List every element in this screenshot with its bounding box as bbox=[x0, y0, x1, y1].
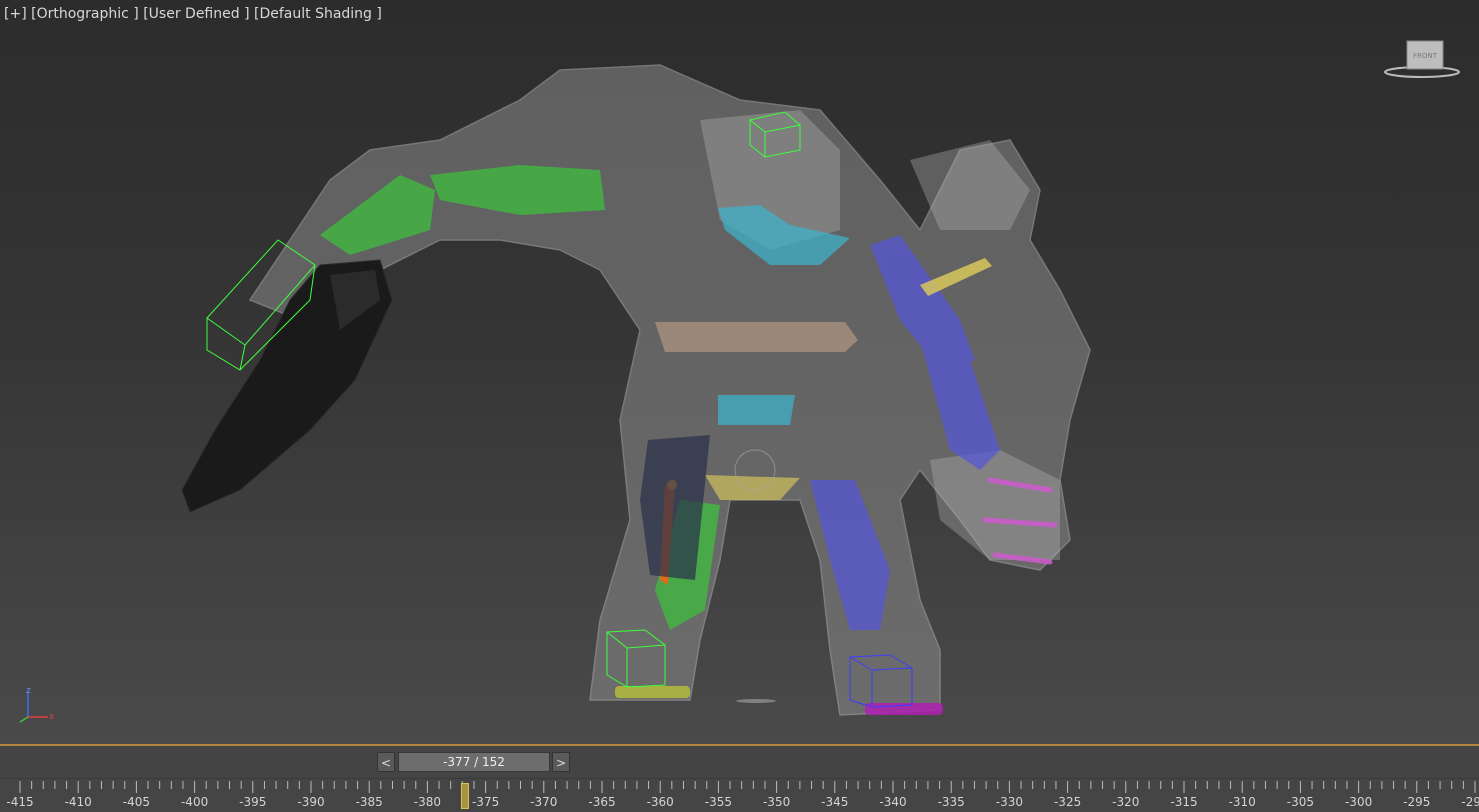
time-slider-bar bbox=[0, 746, 1479, 778]
character-model[interactable] bbox=[0, 0, 1479, 744]
time-slider-thumb[interactable]: -377 / 152 bbox=[398, 752, 550, 772]
track-tick-label: -385 bbox=[355, 795, 383, 809]
track-tick-label: -390 bbox=[297, 795, 325, 809]
axis-z-label: z bbox=[26, 686, 31, 696]
track-bar-playhead[interactable] bbox=[461, 783, 469, 809]
prev-frame-button[interactable]: < bbox=[377, 752, 395, 772]
foot-left bbox=[615, 686, 690, 698]
track-tick-label: -290 bbox=[1461, 795, 1479, 809]
next-frame-button[interactable]: > bbox=[552, 752, 570, 772]
track-tick-label: -345 bbox=[821, 795, 849, 809]
track-tick-label: -380 bbox=[413, 795, 442, 809]
track-tick-label: -305 bbox=[1286, 795, 1315, 809]
bone-pelvis bbox=[655, 322, 858, 352]
track-tick-label: -350 bbox=[762, 795, 791, 809]
track-tick-label: -320 bbox=[1112, 795, 1140, 809]
track-tick-label: -300 bbox=[1344, 795, 1373, 809]
viewcube[interactable]: FRONT bbox=[1384, 40, 1460, 80]
viewcube-face-label: FRONT bbox=[1413, 52, 1438, 60]
ground-shadow bbox=[736, 699, 776, 703]
track-bar[interactable]: -415 -410 -405 -400 -395 -390 -385 -380 -375 -370… bbox=[0, 778, 1479, 812]
track-tick-label: -360 bbox=[646, 795, 674, 809]
track-tick-label: -325 bbox=[1053, 795, 1082, 809]
track-tick-label: -365 bbox=[588, 795, 616, 809]
track-bar-ticks bbox=[19, 781, 1476, 793]
track-tick-label: -370 bbox=[530, 795, 558, 809]
track-tick-label: -295 bbox=[1403, 795, 1431, 809]
track-tick-label: -395 bbox=[239, 795, 267, 809]
track-tick-label: -375 bbox=[471, 795, 500, 809]
foot-right bbox=[865, 703, 943, 715]
track-tick-label: -310 bbox=[1228, 795, 1256, 809]
track-tick-label: -410 bbox=[64, 795, 92, 809]
viewport-front[interactable]: [+] [Orthographic ] [User Defined ] [Def… bbox=[0, 0, 1479, 744]
axis-x-label: x bbox=[49, 712, 55, 722]
track-tick-label: -335 bbox=[937, 795, 965, 809]
track-tick-label: -340 bbox=[879, 795, 907, 809]
axis-tripod: z x bbox=[19, 686, 55, 723]
track-tick-label: -330 bbox=[995, 795, 1024, 809]
track-tick-label: -315 bbox=[1170, 795, 1198, 809]
track-tick-label: -415 bbox=[6, 795, 34, 809]
track-tick-label: -355 bbox=[704, 795, 733, 809]
bone-spine bbox=[718, 395, 795, 425]
track-tick-label: -400 bbox=[180, 795, 209, 809]
track-tick-label: -405 bbox=[122, 795, 151, 809]
